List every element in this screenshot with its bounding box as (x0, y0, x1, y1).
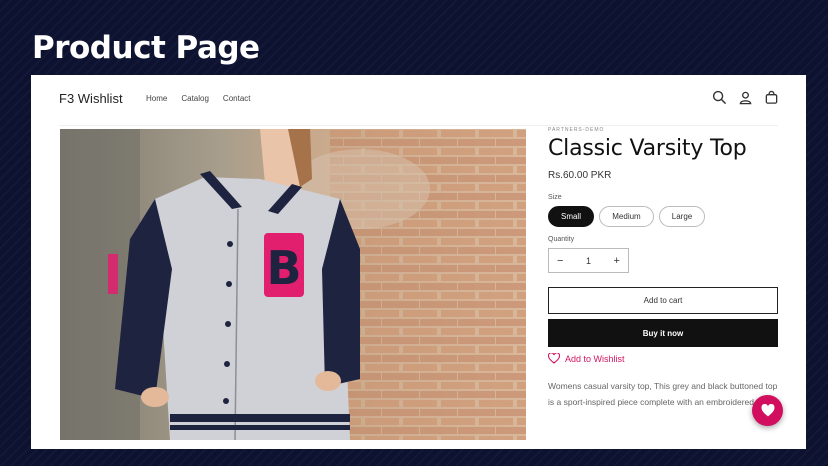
wishlist-label: Add to Wishlist (565, 353, 625, 364)
search-icon[interactable] (712, 90, 727, 105)
size-option-small[interactable]: Small (548, 206, 594, 227)
quantity-label: Quantity (548, 236, 575, 243)
nav-catalog[interactable]: Catalog (181, 94, 209, 103)
quantity-increase-button[interactable]: + (614, 255, 620, 267)
add-to-cart-button[interactable]: Add to cart (548, 287, 778, 314)
product-description: Womens casual varsity top, This grey and… (548, 381, 778, 407)
heart-icon (761, 404, 774, 417)
wishlist-floating-button[interactable] (752, 395, 783, 426)
main-nav: Home Catalog Contact (146, 94, 251, 103)
product-info: PARTNERS-DEMO Classic Varsity Top Rs.60.… (548, 127, 780, 426)
store-name[interactable]: F3 Wishlist (59, 91, 123, 106)
buy-now-button[interactable]: Buy it now (548, 319, 778, 347)
product-price: Rs.60.00 PKR (548, 170, 612, 181)
svg-text:B: B (266, 241, 301, 295)
size-label: Size (548, 194, 562, 201)
product-image[interactable]: B (60, 129, 526, 440)
header-divider (59, 125, 778, 126)
product-vendor: PARTNERS-DEMO (548, 127, 605, 133)
quantity-decrease-button[interactable]: − (557, 255, 563, 267)
page-banner-title: Product Page (32, 30, 260, 66)
size-selector: Small Medium Large (548, 206, 780, 227)
account-icon[interactable] (738, 90, 753, 105)
cart-icon[interactable] (764, 90, 779, 105)
quantity-stepper: − 1 + (548, 248, 629, 273)
store-frame: F3 Wishlist Home Catalog Contact B PARTN… (31, 75, 806, 449)
nav-contact[interactable]: Contact (223, 94, 251, 103)
size-option-medium[interactable]: Medium (599, 206, 654, 227)
nav-home[interactable]: Home (146, 94, 167, 103)
heart-outline-icon (548, 353, 560, 364)
size-option-large[interactable]: Large (659, 206, 705, 227)
add-to-wishlist-link[interactable]: Add to Wishlist (548, 353, 780, 364)
quantity-value[interactable]: 1 (586, 256, 591, 266)
product-title: Classic Varsity Top (548, 136, 747, 161)
header-icons (712, 90, 779, 105)
